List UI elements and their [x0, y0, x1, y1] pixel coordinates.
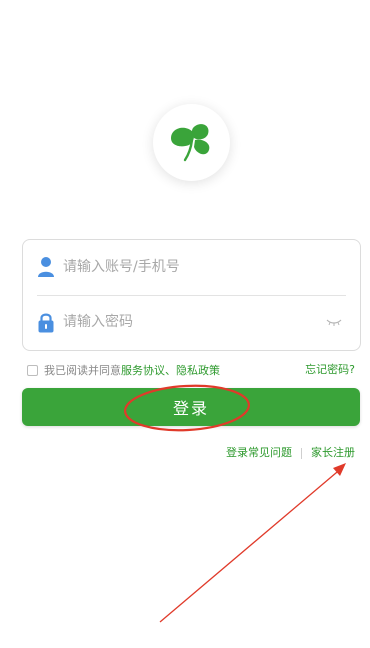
app-logo	[153, 104, 230, 181]
privacy-link[interactable]: 隐私政策	[176, 362, 220, 378]
agreement-row: 我已阅读并同意 服务协议 、 隐私政策	[27, 362, 220, 378]
account-input[interactable]	[63, 253, 333, 281]
user-icon	[38, 257, 54, 277]
annotation-arrow-head	[333, 463, 346, 476]
terms-link[interactable]: 服务协议	[121, 362, 165, 378]
agreement-prefix: 我已阅读并同意	[44, 364, 121, 377]
lock-icon	[38, 313, 54, 333]
bottom-links: 登录常见问题 家长注册	[226, 445, 355, 461]
eye-closed-icon[interactable]	[326, 317, 342, 327]
login-faq-link[interactable]: 登录常见问题	[226, 445, 292, 461]
annotation-arrow-line	[159, 466, 344, 623]
link-separator	[301, 447, 302, 459]
password-row	[23, 295, 360, 350]
password-input[interactable]	[63, 308, 333, 336]
clover-leaf-logo-icon	[171, 124, 210, 162]
parent-register-link[interactable]: 家长注册	[311, 445, 355, 461]
login-button[interactable]: 登录	[22, 388, 360, 426]
account-row	[23, 240, 360, 295]
agreement-checkbox[interactable]	[27, 364, 38, 376]
login-card	[22, 239, 361, 351]
forgot-password-link[interactable]: 忘记密码?	[305, 362, 355, 378]
agreement-separator: 、	[165, 364, 176, 377]
